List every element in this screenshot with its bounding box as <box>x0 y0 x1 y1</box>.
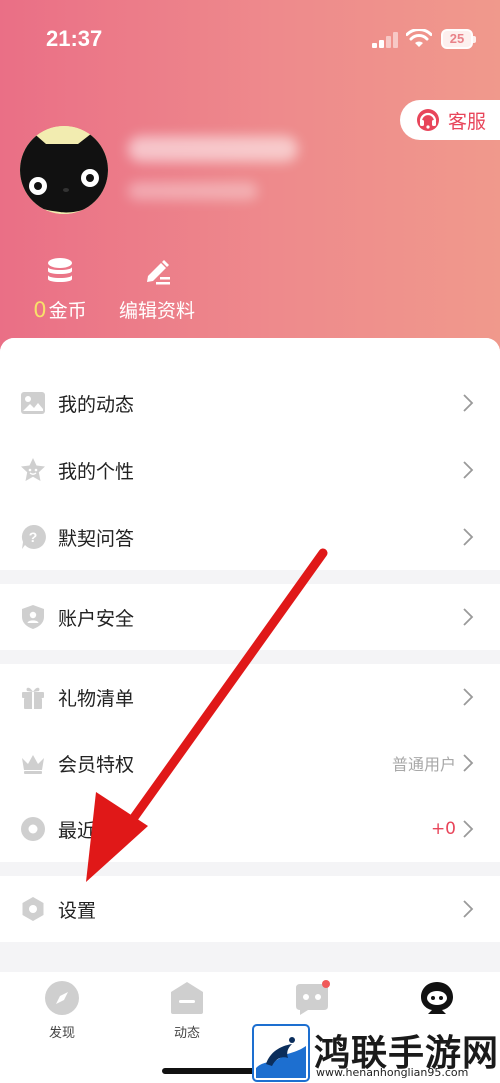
user-id-redacted <box>128 182 258 200</box>
feed-icon <box>171 982 203 1014</box>
menu-item-settings[interactable]: 设置 <box>0 876 500 942</box>
menu-item-vip-privileges[interactable]: 会员特权 普通用户 <box>0 730 500 796</box>
customer-service-label: 客服 <box>448 110 487 133</box>
chevron-right-icon <box>463 688 474 706</box>
chevron-right-icon <box>463 461 474 479</box>
menu-item-my-posts[interactable]: 我的动态 <box>0 370 500 436</box>
crown-icon <box>22 755 44 774</box>
chevron-right-icon <box>463 528 474 546</box>
chevron-right-icon <box>463 608 474 626</box>
tab-label: 发现 <box>48 1026 75 1041</box>
status-time: 21:37 <box>46 26 103 51</box>
menu-item-label: 账户安全 <box>58 607 135 630</box>
shield-user-icon <box>22 605 44 629</box>
image-icon <box>21 392 45 414</box>
coins-stat[interactable]: 0 金币 <box>28 256 92 323</box>
menu-card: 我的动态 我的个性 ? 默契问答 账户安全 礼物清单 会员特权 普通用户 最近 … <box>0 338 500 968</box>
menu-item-label: 最近 <box>58 819 97 842</box>
customer-service-button[interactable]: 客服 <box>400 100 500 140</box>
gift-icon <box>22 687 44 709</box>
watermark-url: www.henanhonglian95.com <box>316 1066 469 1079</box>
star-face-icon <box>21 458 45 481</box>
watermark: 鸿联手游网 www.henanhonglian95.com <box>252 1022 500 1083</box>
tab-me[interactable] <box>397 980 477 1022</box>
menu-item-gift-list[interactable]: 礼物清单 <box>0 664 500 730</box>
menu-item-label: 礼物清单 <box>58 687 135 710</box>
compass-icon <box>45 981 79 1015</box>
edit-pencil-icon <box>147 260 170 285</box>
menu-section-settings: 设置 <box>0 876 500 942</box>
wifi-icon <box>406 29 432 47</box>
tab-label: 动态 <box>173 1026 200 1041</box>
tab-feed[interactable]: 动态 <box>147 980 227 1041</box>
chevron-right-icon <box>463 820 474 838</box>
question-icon: ? <box>21 524 46 549</box>
status-bar: 21:37 25 <box>0 0 500 80</box>
edit-profile-label: 编辑资料 <box>118 300 195 322</box>
menu-item-my-personality[interactable]: 我的个性 <box>0 437 500 503</box>
recent-count-value: +0 <box>430 819 456 839</box>
menu-item-label: 我的个性 <box>58 460 135 483</box>
battery-indicator: 25 <box>441 29 476 49</box>
watermark-logo-icon <box>252 1023 310 1082</box>
disc-icon <box>21 817 45 841</box>
menu-item-label: 默契问答 <box>58 527 135 550</box>
username-redacted <box>128 136 298 162</box>
menu-item-qa[interactable]: ? 默契问答 <box>0 504 500 570</box>
coin-label: 金币 <box>48 300 87 322</box>
chevron-right-icon <box>463 754 474 772</box>
svg-text:?: ? <box>29 529 38 545</box>
menu-section-account: 账户安全 <box>0 584 500 650</box>
chevron-right-icon <box>463 900 474 918</box>
profile-icon <box>421 982 453 1014</box>
hexagon-gear-icon <box>22 897 44 921</box>
menu-section-activity: 我的动态 我的个性 ? 默契问答 <box>0 338 500 570</box>
menu-section-gifts: 礼物清单 会员特权 普通用户 最近 +0 <box>0 664 500 862</box>
coin-count: 0 <box>33 298 47 322</box>
tab-chat[interactable] <box>272 980 352 1022</box>
menu-item-label: 设置 <box>58 899 97 922</box>
cellular-signal-icon <box>372 32 398 48</box>
unread-badge <box>322 980 330 988</box>
home-indicator[interactable] <box>162 1068 256 1074</box>
menu-item-account-security[interactable]: 账户安全 <box>0 584 500 650</box>
menu-item-label: 我的动态 <box>58 393 135 416</box>
edit-profile-button[interactable]: 编辑资料 <box>114 256 200 323</box>
chevron-right-icon <box>463 394 474 412</box>
coin-stack-icon <box>48 258 72 282</box>
tab-discover[interactable]: 发现 <box>22 980 102 1041</box>
membership-level-value: 普通用户 <box>391 755 456 774</box>
menu-item-recent[interactable]: 最近 +0 <box>0 796 500 862</box>
menu-item-label: 会员特权 <box>58 753 135 776</box>
headset-icon <box>417 109 439 131</box>
cat-avatar-icon <box>20 126 108 214</box>
avatar[interactable] <box>20 126 108 214</box>
